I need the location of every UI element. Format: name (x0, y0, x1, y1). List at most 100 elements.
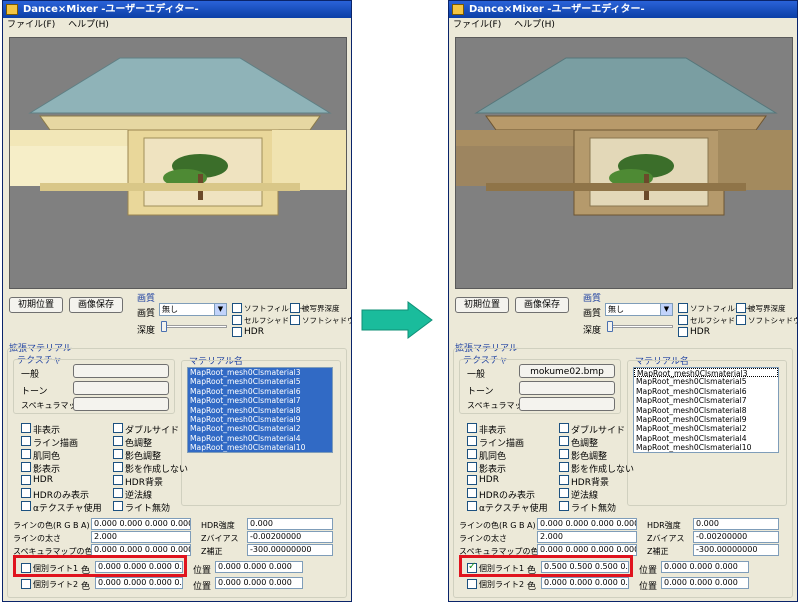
hidden-checkbox[interactable] (21, 423, 31, 433)
list-item[interactable]: MapRoot_mesh0Clsmaterial9 (188, 414, 332, 425)
list-item[interactable]: MapRoot_mesh0Clsmaterial3 (188, 368, 332, 378)
material-list-after[interactable]: MapRoot_mesh0Clsmaterial3 MapRoot_mesh0C… (633, 367, 779, 453)
alpha-texture-checkbox[interactable] (21, 501, 31, 511)
list-item[interactable]: MapRoot_mesh0Clsmaterial5 (634, 377, 778, 386)
depth-slider-track[interactable] (607, 325, 673, 328)
material-list-before[interactable]: MapRoot_mesh0Clsmaterial3 MapRoot_mesh0C… (187, 367, 333, 453)
list-item[interactable]: MapRoot_mesh0Clsmaterial3 (634, 368, 778, 378)
list-item[interactable]: MapRoot_mesh0Clsmaterial7 (634, 396, 778, 405)
list-item[interactable]: MapRoot_mesh0Clsmaterial2 (188, 424, 332, 434)
list-item[interactable]: MapRoot_mesh0Clsmaterial9 (634, 415, 778, 424)
light1-position-field[interactable]: 0.000 0.000 0.000 (215, 561, 303, 573)
list-item[interactable]: MapRoot_mesh0Clsmaterial4 (634, 434, 778, 443)
mat-hdr-checkbox[interactable] (467, 475, 477, 485)
double-side-checkbox[interactable] (113, 423, 123, 433)
self-shadow-checkbox[interactable] (678, 315, 688, 325)
light1-position-field[interactable]: 0.000 0.000 0.000 (661, 561, 749, 573)
menu-file[interactable]: ファイル(F) (7, 20, 55, 30)
light2-color-field[interactable]: 0.000 0.000 0.000 0.000 (541, 577, 629, 589)
z-bias-field[interactable]: -0.00200000 (693, 531, 779, 543)
line-draw-checkbox[interactable] (467, 436, 477, 446)
skin-color-checkbox[interactable] (467, 449, 477, 459)
depth-slider-track[interactable] (161, 325, 227, 328)
3d-viewport[interactable] (9, 37, 347, 289)
texture-general-button[interactable]: mokume02.bmp (519, 364, 615, 378)
hdr-only-checkbox[interactable] (21, 488, 31, 498)
list-item[interactable]: MapRoot_mesh0Clsmaterial4 (188, 433, 332, 444)
soft-filter-checkbox[interactable] (678, 303, 688, 313)
color-adjust-checkbox[interactable] (559, 436, 569, 446)
z-correct-label: Z補正 (647, 547, 669, 556)
light2-position-field[interactable]: 0.000 0.000 0.000 (661, 577, 749, 589)
texture-specular-button[interactable] (73, 397, 169, 411)
soft-filter-checkbox[interactable] (232, 303, 242, 313)
light2-color-label: 色 (527, 582, 537, 592)
line-draw-checkbox[interactable] (21, 436, 31, 446)
line-color-field[interactable]: 0.000 0.000 0.000 0.000 (91, 518, 191, 530)
depth-slider-thumb[interactable] (161, 321, 167, 332)
hdr-checkbox[interactable] (678, 327, 688, 337)
texture-tone-button[interactable] (519, 381, 615, 395)
menu-help[interactable]: ヘルプ(H) (514, 20, 555, 30)
hdr-bg-checkbox[interactable] (559, 475, 569, 485)
menu-help[interactable]: ヘルプ(H) (68, 20, 109, 30)
hdr-strength-field[interactable]: 0.000 (693, 518, 779, 530)
shadow-display-checkbox[interactable] (21, 462, 31, 472)
list-item[interactable]: MapRoot_mesh0Clsmaterial7 (188, 396, 332, 406)
z-bias-field[interactable]: -0.00200000 (247, 531, 333, 543)
reset-position-button[interactable]: 初期位置 (455, 297, 509, 313)
light2-checkbox[interactable] (467, 579, 477, 589)
light2-checkbox[interactable] (21, 579, 31, 589)
soft-shadow-checkbox[interactable] (290, 315, 300, 325)
3d-viewport[interactable] (455, 37, 793, 289)
shadow-display-checkbox[interactable] (467, 462, 477, 472)
mat-hdr-checkbox[interactable] (21, 475, 31, 485)
list-item[interactable]: MapRoot_mesh0Clsmaterial8 (634, 406, 778, 415)
quality-select[interactable]: 無し ▼ (159, 303, 227, 316)
shadow-color-adjust-checkbox[interactable] (559, 449, 569, 459)
list-item[interactable]: MapRoot_mesh0Clsmaterial6 (188, 386, 332, 397)
dof-checkbox[interactable] (736, 303, 746, 313)
z-correct-field[interactable]: -300.00000000 (247, 544, 333, 556)
reverse-normal-checkbox[interactable] (113, 488, 123, 498)
reverse-normal-checkbox[interactable] (559, 488, 569, 498)
hdr-only-checkbox[interactable] (467, 488, 477, 498)
alpha-texture-checkbox[interactable] (467, 501, 477, 511)
list-item[interactable]: MapRoot_mesh0Clsmaterial5 (188, 377, 332, 387)
hdr-bg-checkbox[interactable] (113, 475, 123, 485)
line-width-field[interactable]: 2.000 (91, 531, 191, 543)
double-side-checkbox[interactable] (559, 423, 569, 433)
skin-color-checkbox[interactable] (21, 449, 31, 459)
list-item[interactable]: MapRoot_mesh0Clsmaterial6 (634, 387, 778, 396)
list-item[interactable]: MapRoot_mesh0Clsmaterial2 (634, 424, 778, 433)
hdr-checkbox[interactable] (232, 327, 242, 337)
no-shadow-checkbox[interactable] (113, 462, 123, 472)
light2-color-field[interactable]: 0.000 0.000 0.000 0.000 (95, 577, 183, 589)
hdr-strength-field[interactable]: 0.000 (247, 518, 333, 530)
light2-position-field[interactable]: 0.000 0.000 0.000 (215, 577, 303, 589)
dof-checkbox[interactable] (290, 303, 300, 313)
soft-shadow-checkbox[interactable] (736, 315, 746, 325)
texture-tone-button[interactable] (73, 381, 169, 395)
depth-slider-thumb[interactable] (607, 321, 613, 332)
quality-select[interactable]: 無し ▼ (605, 303, 673, 316)
color-adjust-checkbox[interactable] (113, 436, 123, 446)
z-correct-field[interactable]: -300.00000000 (693, 544, 779, 556)
line-color-field[interactable]: 0.000 0.000 0.000 0.000 (537, 518, 637, 530)
texture-general-button[interactable] (73, 364, 169, 378)
hidden-checkbox[interactable] (467, 423, 477, 433)
light-disable-checkbox[interactable] (559, 501, 569, 511)
list-item[interactable]: MapRoot_mesh0Clsmaterial10 (188, 443, 332, 452)
save-image-button[interactable]: 画像保存 (515, 297, 569, 313)
menu-file[interactable]: ファイル(F) (453, 20, 501, 30)
texture-specular-button[interactable] (519, 397, 615, 411)
save-image-button[interactable]: 画像保存 (69, 297, 123, 313)
no-shadow-checkbox[interactable] (559, 462, 569, 472)
self-shadow-checkbox[interactable] (232, 315, 242, 325)
shadow-color-adjust-checkbox[interactable] (113, 449, 123, 459)
list-item[interactable]: MapRoot_mesh0Clsmaterial10 (634, 443, 778, 452)
reset-position-button[interactable]: 初期位置 (9, 297, 63, 313)
list-item[interactable]: MapRoot_mesh0Clsmaterial8 (188, 405, 332, 415)
light-disable-checkbox[interactable] (113, 501, 123, 511)
line-width-field[interactable]: 2.000 (537, 531, 637, 543)
